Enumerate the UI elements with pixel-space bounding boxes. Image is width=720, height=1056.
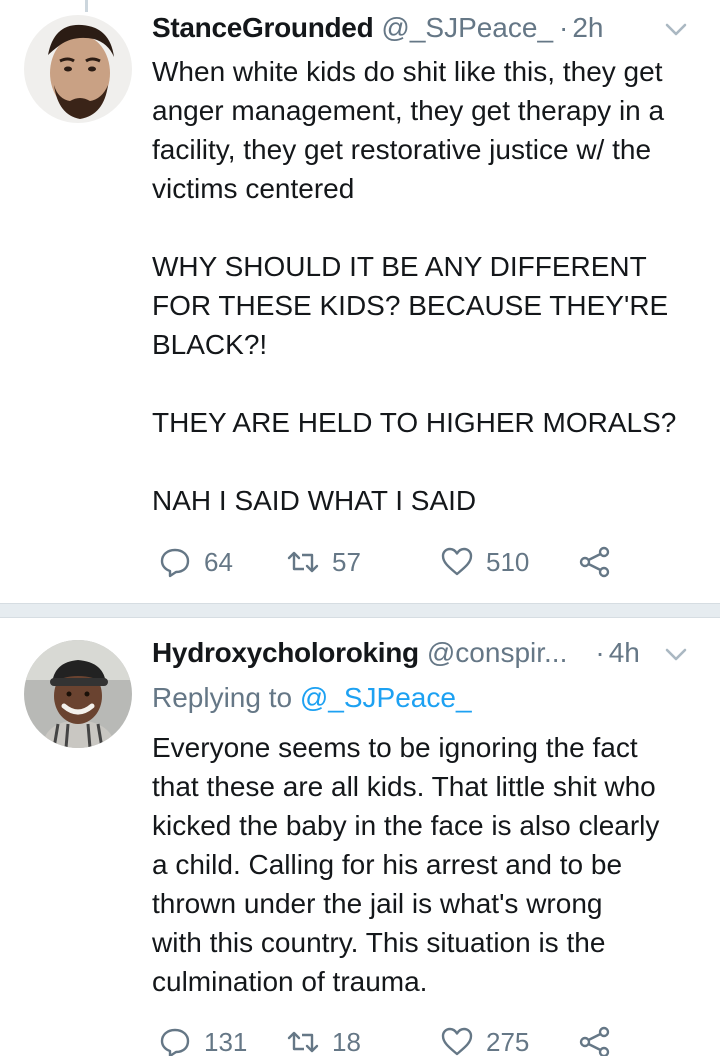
share-button[interactable] [578,542,612,582]
tweet-text-line: Everyone seems to be ignoring the fact [152,732,638,763]
heart-icon [441,1027,473,1056]
tweet-text-line: victims centered [152,173,355,204]
tweet-text-line: with this country. This situation is the [152,927,606,958]
reply-count: 64 [204,546,233,577]
tweet-header: StanceGrounded @_SJPeace_ · 2h [152,12,690,48]
retweet-icon [287,551,319,573]
retweet-count: 57 [332,546,361,577]
separator-dot: · [559,12,569,43]
avatar[interactable] [24,15,132,123]
like-count: 510 [486,546,530,577]
chevron-down-icon[interactable] [662,18,690,40]
separator-dot: · [595,637,605,668]
like-count: 275 [486,1026,530,1056]
replying-to-label: Replying to [152,682,293,713]
avatar-image [24,15,132,123]
reply-button[interactable]: 131 [158,1022,247,1056]
reply-button[interactable]: 64 [158,542,233,582]
retweet-icon [287,1031,319,1053]
tweet-text-line: that these are all kids. That little shi… [152,771,656,802]
display-name[interactable]: StanceGrounded [152,12,374,44]
retweet-button[interactable]: 18 [286,1022,361,1056]
timestamp[interactable]: 4h [609,637,640,669]
tweet[interactable]: StanceGrounded @_SJPeace_ · 2h When whit… [0,0,720,603]
reply-count: 131 [204,1026,248,1056]
avatar[interactable] [24,640,132,748]
tweet-text-line: FOR THESE KIDS? BECAUSE THEY'RE [152,290,669,321]
tweet-text-line: When white kids do shit like this, they … [152,56,663,87]
reply-icon [160,548,190,578]
tweet-text-line: a child. Calling for his arrest and to b… [152,849,623,880]
tweet-header: Hydroxycholoroking @conspir... · 4h [152,637,690,673]
tweet-text: When white kids do shit like this, they … [152,52,702,520]
tweet-text-line: kicked the baby in the face is also clea… [152,810,660,841]
replying-to: Replying to @_SJPeace_ [152,682,472,714]
share-button[interactable] [578,1022,612,1056]
share-icon [579,1026,610,1056]
display-name[interactable]: Hydroxycholoroking [152,637,419,669]
handle[interactable]: @conspir... [427,637,567,669]
tweet-text-line: WHY SHOULD IT BE ANY DIFFERENT [152,251,647,282]
thread-line [85,0,88,12]
tweet-actions: 131 18 275 [150,1022,630,1056]
tweet-text-line: anger management, they get therapy in a [152,95,665,126]
tweet-text-line: BLACK?! [152,329,268,360]
like-button[interactable]: 275 [440,1022,529,1056]
timestamp[interactable]: 2h [572,12,603,44]
tweet-text-line: THEY ARE HELD TO HIGHER MORALS? [152,407,677,438]
tweet-text-line: facility, they get restorative justice w… [152,134,652,165]
retweet-count: 18 [332,1026,361,1056]
tweet-separator [0,603,720,618]
tweet[interactable]: Hydroxycholoroking @conspir... · 4h Repl… [0,618,720,1056]
replying-to-mention[interactable]: @_SJPeace_ [300,682,472,713]
tweet-text-line: culmination of trauma. [152,966,428,997]
tweet-text-line: thrown under the jail is what's wrong [152,888,603,919]
retweet-button[interactable]: 57 [286,542,361,582]
tweet-actions: 64 57 510 [150,542,630,582]
share-icon [579,546,610,578]
like-button[interactable]: 510 [440,542,529,582]
avatar-image [24,640,132,748]
tweet-text-line: NAH I SAID WHAT I SAID [152,485,477,516]
reply-icon [160,1028,190,1056]
chevron-down-icon[interactable] [662,643,690,665]
tweet-text: Everyone seems to be ignoring the fact t… [152,728,702,1001]
handle[interactable]: @_SJPeace_ [381,12,553,44]
heart-icon [441,547,473,576]
